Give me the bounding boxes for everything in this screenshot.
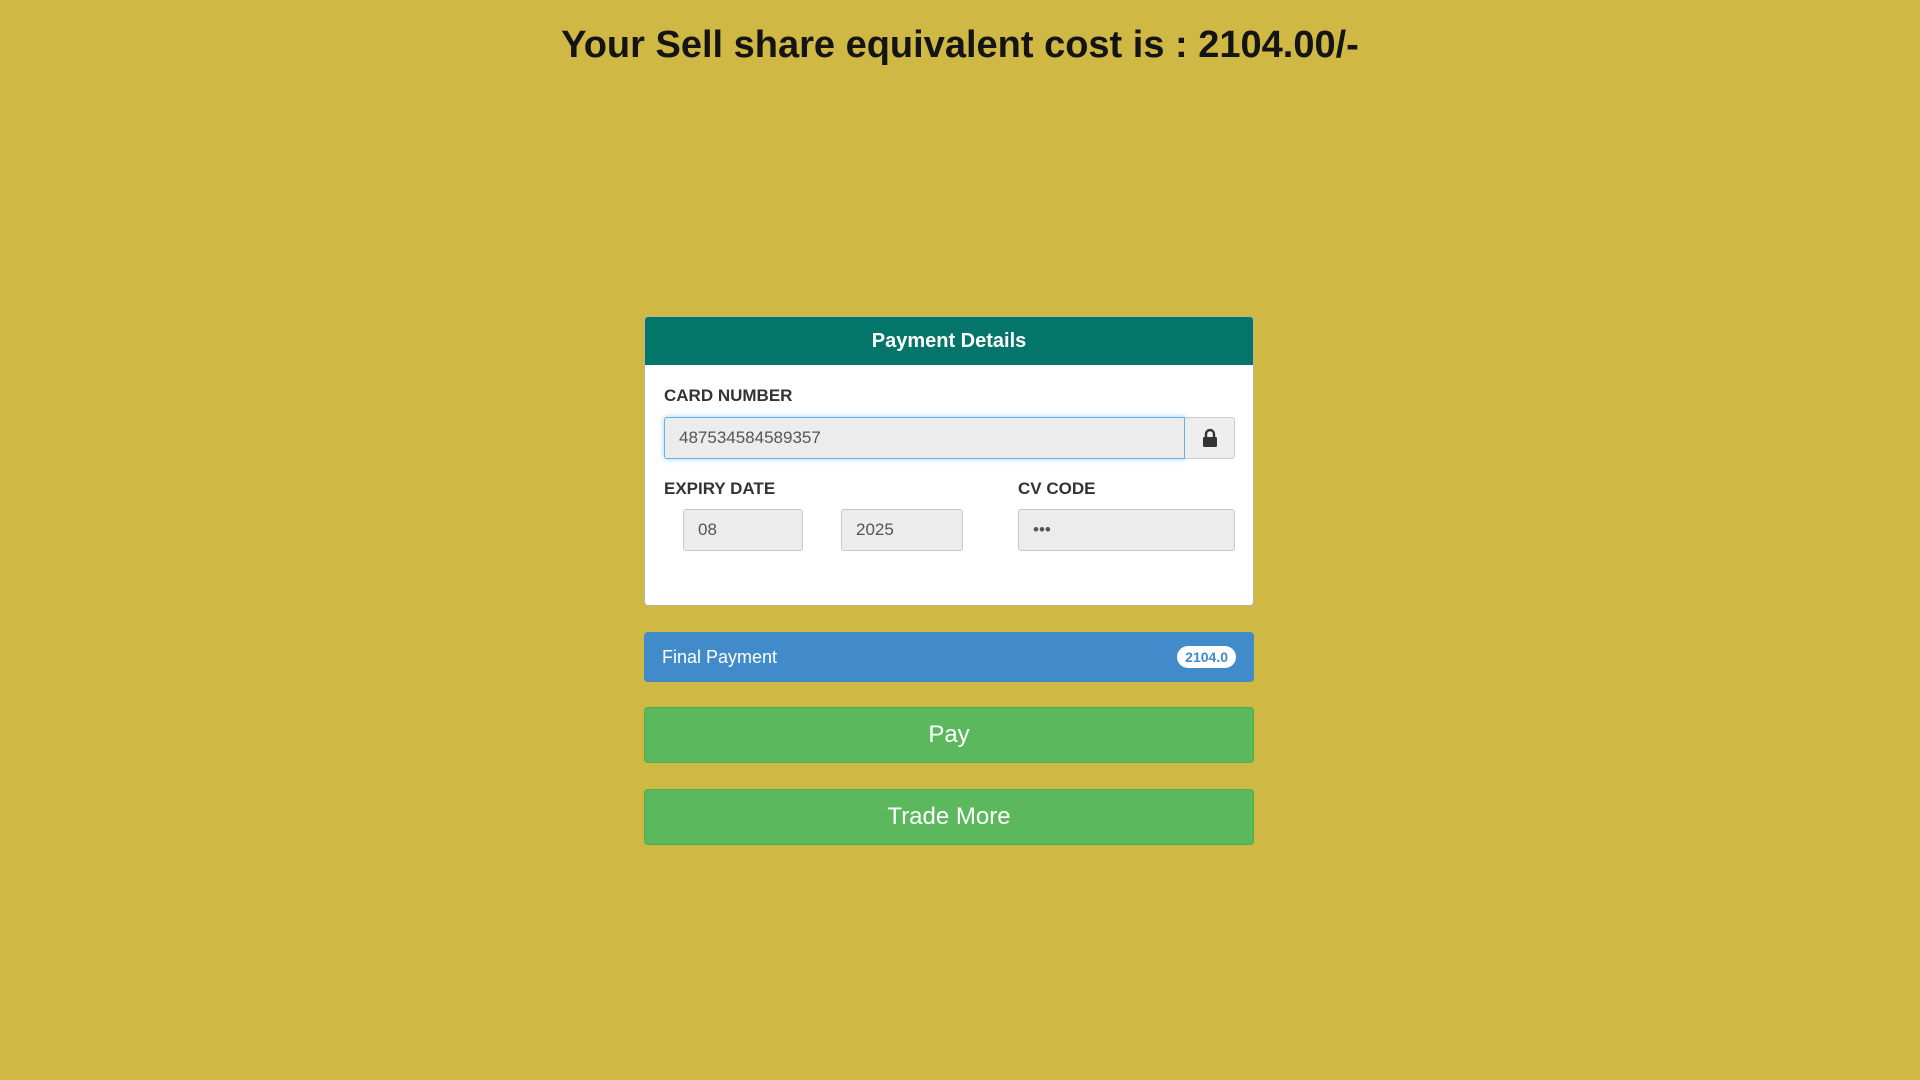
expiry-month-input[interactable]: 08: [683, 509, 803, 551]
lock-icon: [1202, 428, 1217, 447]
final-payment-label: Final Payment: [662, 647, 778, 667]
cv-code-label: CV CODE: [1018, 479, 1096, 498]
cv-code-input[interactable]: •••: [1018, 509, 1235, 551]
final-payment-bar: Final Payment 2104.0: [644, 632, 1254, 682]
payment-details-panel: Payment Details CARD NUMBER 487534584589…: [644, 316, 1254, 606]
card-number-addon: [1185, 417, 1235, 459]
card-number-label: CARD NUMBER: [664, 386, 793, 405]
pay-button[interactable]: Pay: [644, 707, 1254, 763]
panel-title: Payment Details: [645, 317, 1253, 365]
card-number-input[interactable]: 487534584589357: [664, 417, 1185, 459]
trade-more-button[interactable]: Trade More: [644, 789, 1254, 845]
expiry-year-input[interactable]: 2025: [841, 509, 963, 551]
expiry-date-label: EXPIRY DATE: [664, 479, 776, 498]
page-title: Your Sell share equivalent cost is : 210…: [561, 24, 1359, 66]
final-payment-badge: 2104.0: [1177, 646, 1236, 668]
